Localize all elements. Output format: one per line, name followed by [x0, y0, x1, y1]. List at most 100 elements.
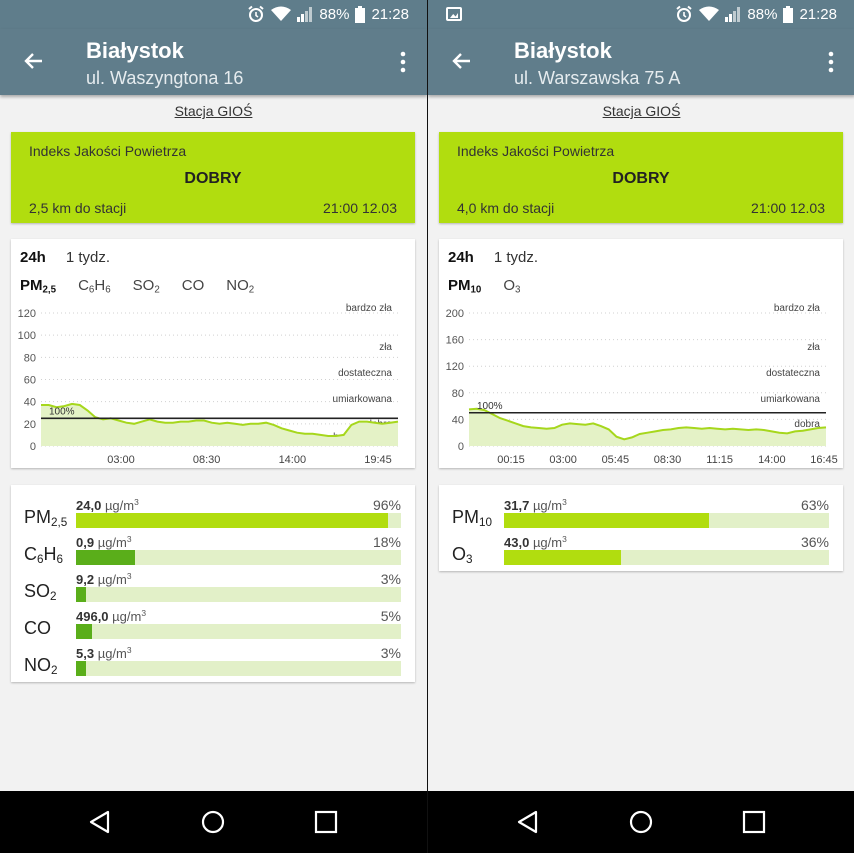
navigation-bar — [428, 791, 854, 853]
station-link-text[interactable]: Stacja GIOŚ — [603, 103, 681, 119]
unit-exponent: 3 — [126, 534, 132, 544]
home-circle-icon[interactable] — [629, 810, 653, 834]
zone-label: umiarkowana — [333, 394, 393, 405]
battery-icon — [783, 5, 794, 23]
pollutant-name: PM2,5 — [24, 507, 67, 529]
y-tick-label: 200 — [446, 308, 464, 320]
station-address: ul. Waszyngtona 16 — [86, 68, 244, 88]
progress-track — [504, 513, 829, 528]
value-unit: µg/m — [532, 535, 563, 551]
unit-exponent: 3 — [562, 534, 567, 544]
wifi-icon — [699, 6, 720, 21]
formula-base: NO — [24, 655, 51, 675]
pollutant-percent: 3% — [380, 645, 401, 661]
y-tick-label: 120 — [446, 361, 464, 373]
pollution-chart: 200 160 120 80 40 0 bardzo zła zła dostateczna um… — [446, 303, 838, 466]
value-unit: µg/m — [97, 572, 127, 588]
back-triangle-icon[interactable] — [88, 810, 112, 834]
y-tick-label: 60 — [24, 375, 36, 387]
x-tick-label: 19:45 — [364, 454, 392, 466]
back-triangle-icon[interactable] — [516, 810, 540, 834]
aqi-card: Indeks Jakości Powietrza DOBRY 4,0 km do s… — [439, 132, 843, 223]
progress-fill — [76, 587, 86, 602]
clock: 21:28 — [371, 5, 409, 23]
station-link: Stacja GIOŚ — [428, 103, 854, 119]
alarm-icon — [676, 5, 693, 22]
status-icons: 88% 21:28 — [247, 5, 409, 23]
station-address: ul. Warszawska 75 A — [514, 68, 681, 88]
pollutant-value: 9,2 µg/m3 — [76, 571, 132, 587]
x-tick-label: 08:30 — [654, 454, 682, 466]
pollutant-name: SO2 — [24, 581, 57, 603]
y-tick-label: 0 — [458, 441, 464, 453]
image-notification-icon — [446, 7, 462, 21]
value-unit: µg/m — [104, 498, 135, 514]
y-tick-label: 80 — [24, 352, 36, 364]
x-tick-label: 03:00 — [107, 454, 135, 466]
formula-base: SO — [24, 581, 51, 601]
zone-label: bardzo zła — [346, 303, 393, 314]
x-tick-label: 05:45 — [602, 454, 630, 466]
x-tick-label: 00:15 — [497, 454, 525, 466]
recents-square-icon[interactable] — [742, 810, 766, 834]
value-unit: µg/m — [97, 535, 127, 551]
formula-subscript: 2 — [50, 589, 57, 603]
home-circle-icon[interactable] — [201, 810, 225, 834]
aqi-label: Indeks Jakości Powietrza — [457, 143, 615, 159]
x-tick-label: 16:45 — [810, 454, 838, 466]
screen-left: 88% 21:28 Białystok ul. Waszyngtona 16 Stacj… — [0, 0, 427, 853]
pollution-chart: 120 100 80 60 40 20 0 bardzo zła zła dostateczna u… — [18, 303, 399, 466]
station-link-text[interactable]: Stacja GIOŚ — [175, 103, 253, 119]
pollutant-row: SO2 9,2 µg/m3 3% — [11, 568, 415, 605]
norm-label: 100% — [477, 401, 503, 412]
back-arrow-icon[interactable] — [22, 49, 46, 73]
battery-percent: 88% — [747, 5, 778, 23]
norm-label: 100% — [49, 406, 75, 417]
y-tick-label: 0 — [30, 441, 36, 453]
pollutant-row: PM10 31,7 µg/m3 63% — [439, 494, 843, 531]
y-tick-label: 100 — [18, 330, 36, 342]
series-area — [469, 408, 826, 446]
pollutant-value: 31,7 µg/m3 — [504, 497, 567, 513]
recents-square-icon[interactable] — [314, 810, 338, 834]
pollutant-percent: 63% — [800, 497, 829, 513]
back-arrow-icon[interactable] — [450, 49, 474, 73]
pollutant-name: PM10 — [452, 507, 492, 529]
progress-fill — [504, 513, 709, 528]
value-unit: µg/m — [532, 498, 563, 514]
formula-subscript: 2 — [51, 663, 58, 677]
more-vert-icon[interactable] — [827, 51, 835, 73]
pollutant-value: 24,0 µg/m3 — [76, 497, 139, 513]
value-number: 24,0 — [76, 498, 102, 514]
pollutant-bars-card: PM2,5 24,0 µg/m3 96% C6H6 0,9 µg/m3 18% SO2 9,2… — [11, 485, 415, 682]
chart-card: 24h 1 tydz. PM10 O3 200 160 120 80 40 0 bardzo zła… — [439, 239, 843, 468]
formula-base: O — [452, 544, 467, 564]
pollutant-row: CO 496,0 µg/m3 5% — [11, 605, 415, 642]
x-tick-label: 08:30 — [193, 454, 221, 466]
pollutant-row: PM2,5 24,0 µg/m3 96% — [11, 494, 415, 531]
pollutant-name: NO2 — [24, 655, 58, 677]
screens-container: 88% 21:28 Białystok ul. Waszyngtona 16 Stacj… — [0, 0, 854, 853]
aqi-status: DOBRY — [612, 170, 670, 187]
more-vert-icon[interactable] — [399, 51, 407, 73]
unit-exponent: 3 — [126, 645, 132, 655]
pollutant-percent: 3% — [380, 571, 401, 587]
pollutant-row: O3 43,0 µg/m3 36% — [439, 531, 843, 568]
pollutant-name: CO — [24, 618, 51, 639]
app-bar: Białystok ul. Warszawska 75 A — [428, 29, 854, 95]
signal-icon — [725, 7, 741, 22]
zone-label: zła — [379, 342, 392, 353]
x-tick-label: 11:15 — [706, 454, 733, 466]
aqi-label: Indeks Jakości Powietrza — [29, 143, 187, 159]
formula-base: H — [43, 544, 57, 564]
station-distance: 4,0 km do stacji — [457, 200, 555, 216]
aqi-card: Indeks Jakości Powietrza DOBRY 2,5 km do s… — [11, 132, 415, 223]
battery-icon — [355, 5, 366, 23]
pollutant-percent: 36% — [800, 534, 829, 550]
x-tick-label: 14:00 — [758, 454, 786, 466]
y-tick-label: 40 — [452, 414, 464, 426]
pollutant-name: O3 — [452, 544, 473, 566]
progress-track — [76, 661, 401, 676]
chart-card: 24h 1 tydz. PM2,5 C6H6 SO2 CO NO2 120 100 80 60 40 2… — [11, 239, 415, 468]
city-title: Białystok — [514, 38, 612, 63]
